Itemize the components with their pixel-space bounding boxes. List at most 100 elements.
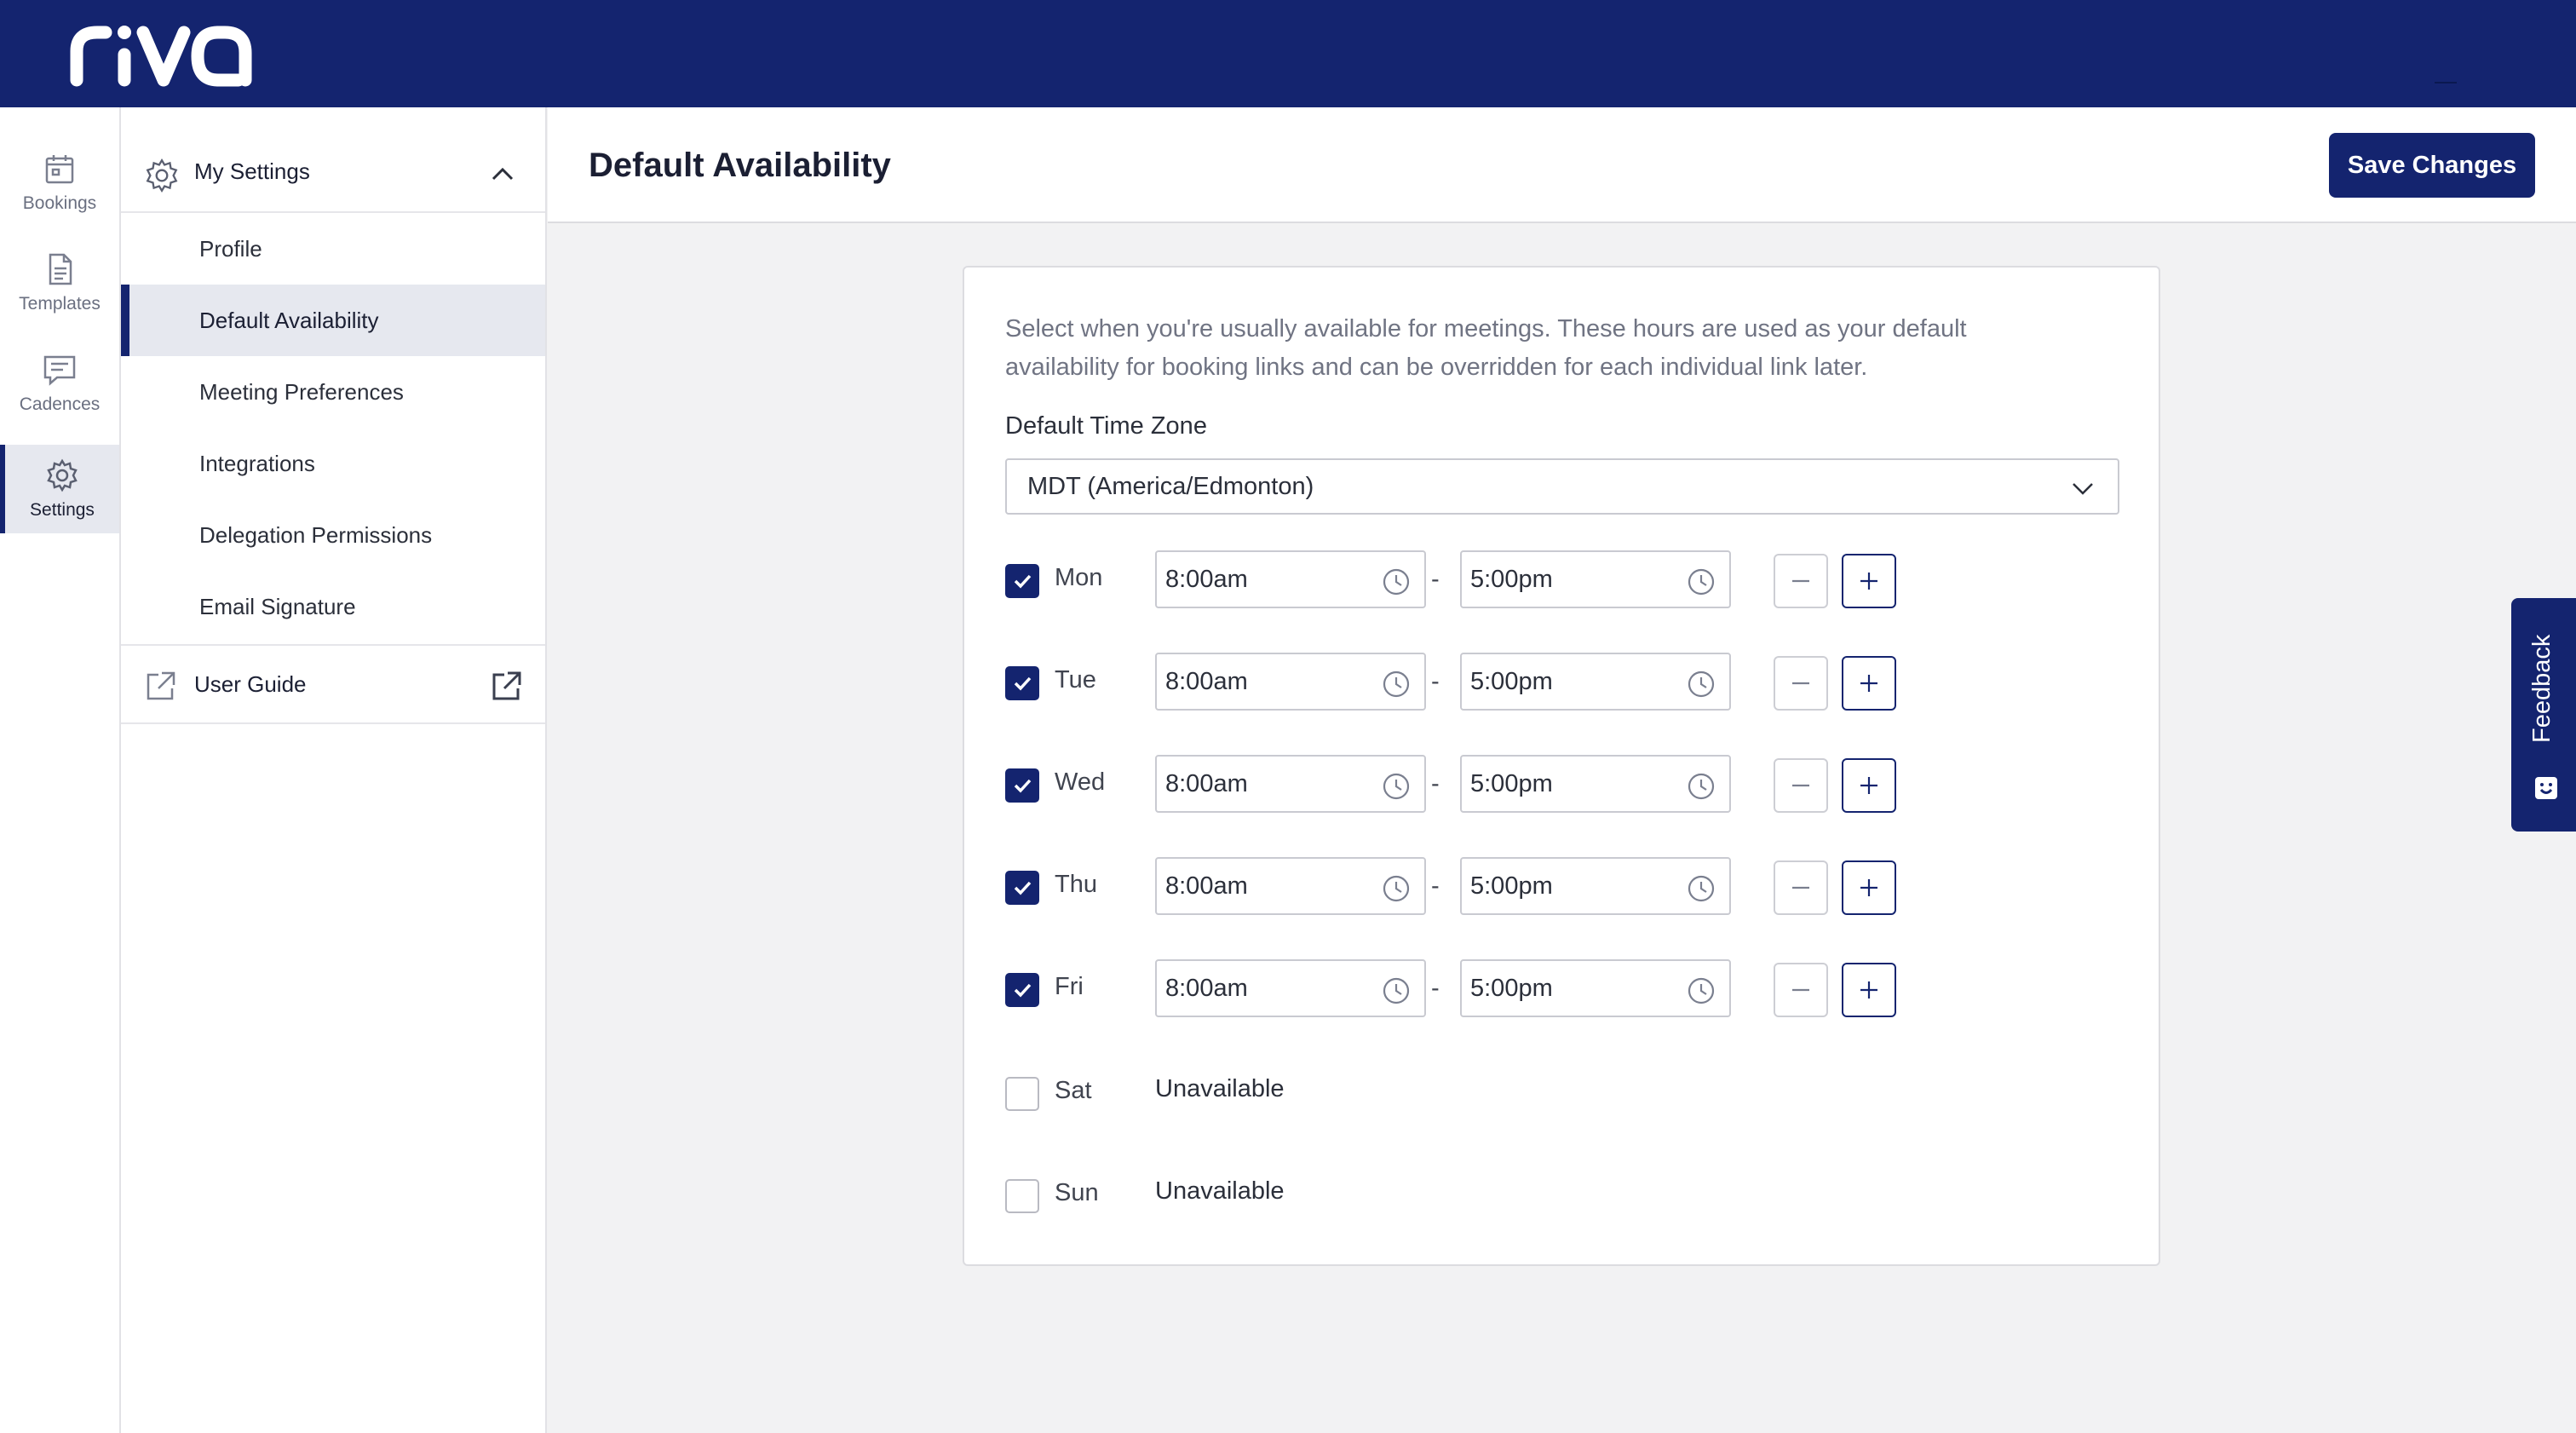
checkmark-icon [1014,779,1032,793]
end-time-input[interactable]: 5:00pm [1460,857,1731,915]
day-checkbox-sun[interactable] [1005,1179,1039,1213]
nav-settings[interactable]: Settings [0,445,119,533]
day-checkbox-fri[interactable] [1005,973,1039,1007]
clock-icon [1688,773,1715,800]
start-time-value: 8:00am [1165,667,1248,695]
menu-item-label: Default Availability [199,307,379,333]
clock-icon [1688,977,1715,1004]
open-external-icon[interactable] [491,670,523,702]
menu-item-profile[interactable]: Profile [121,213,545,285]
calendar-icon [45,155,74,184]
end-time-input[interactable]: 5:00pm [1460,755,1731,813]
remove-interval-button[interactable] [1774,963,1828,1017]
save-changes-button[interactable]: Save Changes [2329,133,2535,198]
day-row-wed: Wed 8:00am - 5:00pm [1005,755,2119,814]
clock-icon [1383,670,1410,698]
day-label: Thu [1055,871,1097,898]
menu-item-delegation-permissions[interactable]: Delegation Permissions [121,499,545,571]
day-label: Mon [1055,564,1103,591]
start-time-value: 8:00am [1165,769,1248,797]
feedback-tab[interactable]: Feedback [2511,598,2576,832]
clock-icon [1383,875,1410,902]
start-time-value: 8:00am [1165,872,1248,900]
clock-icon [1383,568,1410,596]
menu-item-label: Integrations [199,450,315,476]
end-time-input[interactable]: 5:00pm [1460,653,1731,711]
timezone-select[interactable]: MDT (America/Edmonton) [1005,458,2119,515]
add-interval-button[interactable] [1842,963,1896,1017]
timezone-value: MDT (America/Edmonton) [1027,472,1314,500]
time-separator: - [1431,872,1440,900]
nav-templates-label: Templates [19,294,101,314]
minus-icon [1792,579,1809,583]
menu-item-label: Delegation Permissions [199,521,433,548]
start-time-input[interactable]: 8:00am [1155,755,1426,813]
clock-icon [1688,875,1715,902]
checkmark-icon [1014,574,1032,589]
checkmark-icon [1014,676,1032,691]
time-separator: - [1431,668,1440,695]
availability-card: Select when you're usually available for… [963,266,2160,1266]
day-row-fri: Fri 8:00am - 5:00pm [1005,959,2119,1019]
menu-item-integrations[interactable]: Integrations [121,428,545,499]
nav-settings-label: Settings [30,500,95,520]
start-time-input[interactable]: 8:00am [1155,653,1426,711]
add-interval-button[interactable] [1842,860,1896,915]
day-checkbox-mon[interactable] [1005,564,1039,598]
my-settings-header[interactable]: My Settings [121,107,545,213]
day-row-sun: Sun Unavailable [1005,1165,2119,1225]
chevron-down-icon [2073,483,2093,495]
remove-interval-button[interactable] [1774,758,1828,813]
nav-cadences[interactable]: Cadences [0,339,119,428]
menu-item-default-availability[interactable]: Default Availability [121,285,545,356]
timezone-label: Default Time Zone [1005,412,1207,440]
plus-icon [1860,777,1877,794]
unavailable-text: Unavailable [1155,1177,1285,1205]
remove-interval-button[interactable] [1774,656,1828,711]
menu-item-email-signature[interactable]: Email Signature [121,571,545,642]
add-interval-button[interactable] [1842,554,1896,608]
day-checkbox-tue[interactable] [1005,666,1039,700]
day-label: Sat [1055,1077,1092,1104]
clock-icon [1383,977,1410,1004]
clock-icon [1383,773,1410,800]
end-time-input[interactable]: 5:00pm [1460,550,1731,608]
divider [2435,82,2457,83]
start-time-input[interactable]: 8:00am [1155,959,1426,1017]
end-time-value: 5:00pm [1470,769,1553,797]
start-time-value: 8:00am [1165,565,1248,593]
day-checkbox-thu[interactable] [1005,871,1039,905]
riva-logo[interactable] [68,19,261,87]
day-label: Wed [1055,768,1106,796]
day-checkbox-sat[interactable] [1005,1077,1039,1111]
gear-icon [146,158,178,193]
start-time-input[interactable]: 8:00am [1155,550,1426,608]
chevron-up-icon[interactable] [489,160,516,187]
nav-templates[interactable]: Templates [0,239,119,327]
end-time-input[interactable]: 5:00pm [1460,959,1731,1017]
my-settings-title: My Settings [194,158,310,184]
smiley-icon [2535,777,2557,799]
remove-interval-button[interactable] [1774,860,1828,915]
external-link-icon [147,671,175,700]
minus-icon [1792,988,1809,992]
plus-icon [1860,879,1877,896]
end-time-value: 5:00pm [1470,872,1553,900]
message-icon [43,355,76,386]
minus-icon [1792,784,1809,787]
time-separator: - [1431,566,1440,593]
minus-icon [1792,682,1809,685]
remove-interval-button[interactable] [1774,554,1828,608]
nav-bookings[interactable]: Bookings [0,138,119,227]
availability-description: Select when you're usually available for… [1005,315,1967,381]
day-checkbox-wed[interactable] [1005,768,1039,803]
time-separator: - [1431,770,1440,797]
start-time-input[interactable]: 8:00am [1155,857,1426,915]
menu-item-label: Email Signature [199,593,356,619]
end-time-value: 5:00pm [1470,974,1553,1002]
add-interval-button[interactable] [1842,656,1896,711]
start-time-value: 8:00am [1165,974,1248,1002]
menu-item-meeting-preferences[interactable]: Meeting Preferences [121,356,545,428]
user-guide-link[interactable]: User Guide [121,644,545,724]
add-interval-button[interactable] [1842,758,1896,813]
